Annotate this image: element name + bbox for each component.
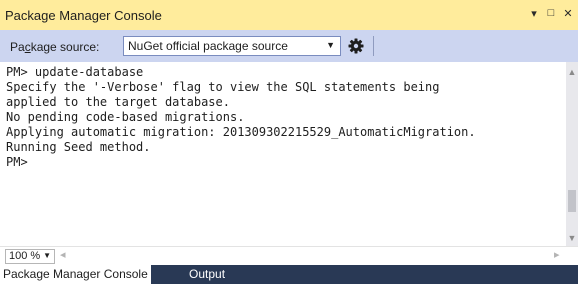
console-toolbar: Package source: NuGet official package s… — [0, 30, 578, 62]
window-title: Package Manager Console — [5, 8, 162, 23]
console-line: Specify the '-Verbose' flag to view the … — [6, 80, 440, 94]
scroll-up-arrow-icon[interactable]: ▲ — [566, 67, 578, 77]
chevron-down-icon: ▼ — [43, 251, 51, 260]
zoom-dropdown[interactable]: 100 % ▼ — [5, 249, 55, 264]
console-line: PM> update-database — [6, 65, 144, 79]
tab-output[interactable]: Output — [186, 265, 228, 284]
package-source-dropdown[interactable]: NuGet official package source ▼ — [123, 36, 341, 56]
console-output[interactable]: PM> update-database Specify the '-Verbos… — [0, 62, 566, 246]
console-line: applied to the target database. — [6, 95, 230, 109]
console-line: Running Seed method. — [6, 140, 151, 154]
zoom-value: 100 % — [9, 250, 41, 262]
package-source-label: Package source: — [10, 40, 100, 54]
chevron-down-icon: ▼ — [326, 40, 335, 50]
console-line: No pending code-based migrations. — [6, 110, 245, 124]
toolbar-separator — [373, 36, 374, 56]
tool-window-title-bar[interactable]: Package Manager Console ▾ □ ✕ — [0, 0, 578, 30]
gear-icon — [348, 38, 364, 54]
scroll-left-arrow-icon[interactable]: ◂ — [60, 248, 66, 261]
console-line: Applying automatic migration: 2013093022… — [6, 125, 476, 139]
settings-button[interactable] — [345, 35, 367, 57]
tool-window-tab-strip: Package Manager Console Output — [0, 265, 578, 284]
scrollbar-thumb[interactable] — [568, 190, 576, 212]
scroll-down-arrow-icon[interactable]: ▼ — [566, 233, 578, 243]
console-prompt[interactable]: PM> — [0, 155, 566, 170]
window-menu-dropdown-icon[interactable]: ▾ — [528, 7, 540, 20]
maximize-icon[interactable]: □ — [545, 7, 557, 20]
scroll-right-arrow-icon[interactable]: ▸ — [554, 248, 560, 261]
tab-package-manager-console[interactable]: Package Manager Console — [0, 265, 151, 284]
status-row: 100 % ▼ ◂ ▸ — [0, 246, 578, 265]
package-source-value: NuGet official package source — [128, 39, 288, 53]
close-icon[interactable]: ✕ — [562, 7, 574, 20]
window-controls: ▾ □ ✕ — [528, 7, 574, 20]
vertical-scrollbar[interactable]: ▲ ▼ — [566, 62, 578, 246]
